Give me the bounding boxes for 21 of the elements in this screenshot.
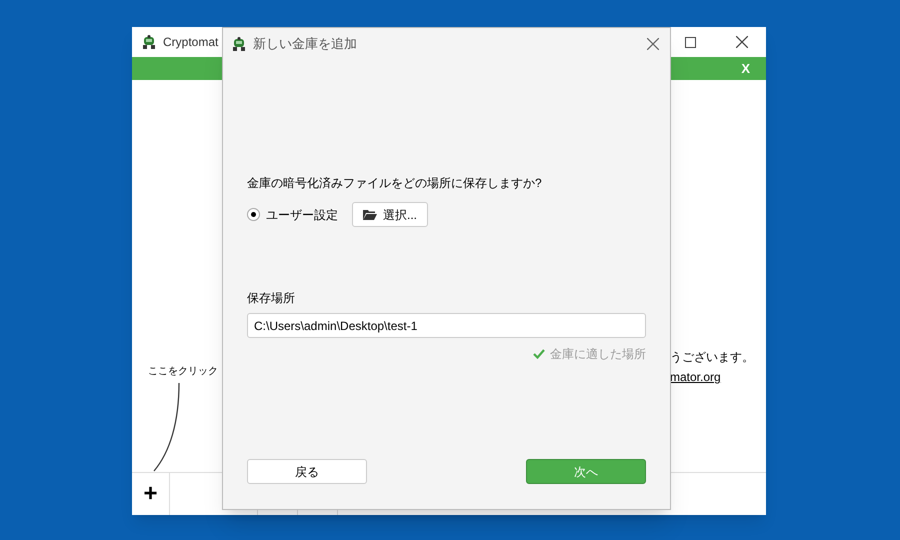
radio-button[interactable] — [247, 208, 260, 221]
back-button[interactable]: 戻る — [247, 459, 367, 484]
question-text: 金庫の暗号化済みファイルをどの場所に保存しますか? — [247, 175, 543, 192]
website-link[interactable]: mator.org — [670, 368, 721, 386]
location-label: 保存場所 — [247, 290, 296, 307]
check-icon — [533, 349, 545, 359]
hint-text: ここをクリック — [148, 365, 218, 379]
window-title: Cryptomat — [163, 34, 218, 51]
add-vault-button[interactable]: + — [132, 473, 170, 515]
robot-logo-icon — [231, 36, 247, 52]
dialog-title: 新しい金庫を追加 — [253, 35, 357, 54]
maximize-icon[interactable] — [685, 36, 696, 48]
close-icon[interactable] — [647, 38, 659, 50]
robot-logo-icon — [141, 34, 157, 50]
close-icon[interactable] — [736, 36, 748, 48]
radio-label: ユーザー設定 — [266, 206, 338, 224]
location-field[interactable]: C:\Users\admin\Desktop\test-1 — [247, 313, 646, 338]
choose-button[interactable]: 選択... — [352, 202, 428, 227]
status-text: 金庫に適した場所 — [550, 346, 646, 363]
folder-icon — [363, 209, 377, 220]
welcome-text: うございます。 — [670, 349, 754, 366]
